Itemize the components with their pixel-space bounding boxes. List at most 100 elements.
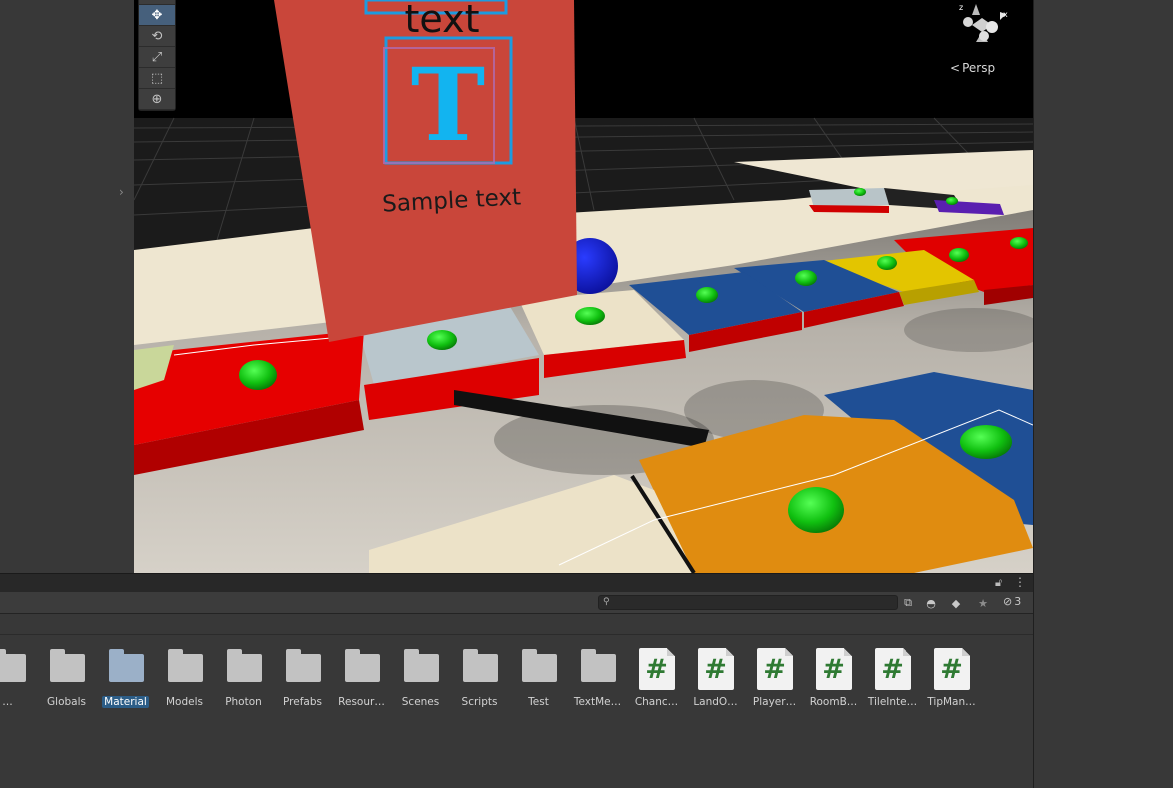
lock-icon[interactable]: 🔓︎	[995, 576, 1002, 590]
tile-far-gray	[809, 188, 889, 208]
rotate-icon: ⟲	[151, 28, 163, 44]
asset-label: TextMe…	[573, 696, 622, 708]
chevron-right-icon[interactable]: ›	[119, 185, 124, 199]
csharp-script-icon: #	[696, 648, 736, 690]
marker-red-left	[239, 360, 277, 390]
sky	[134, 0, 1033, 120]
scale-icon: ⤢	[151, 49, 163, 65]
script-item[interactable]: # TipMan…	[922, 648, 981, 708]
csharp-script-icon: #	[637, 648, 677, 690]
asset-label: Globals	[47, 696, 86, 708]
tile-far-red-edge	[809, 205, 889, 213]
more-menu-icon[interactable]: ⋮	[1014, 575, 1026, 589]
script-item[interactable]: # RoomB…	[804, 648, 863, 708]
marker-edge	[1010, 237, 1028, 249]
asset-label: Player…	[752, 696, 797, 708]
folder-icon	[342, 648, 382, 689]
folder-item[interactable]: …	[0, 648, 37, 708]
folder-icon	[224, 648, 264, 689]
folder-item[interactable]: Prefabs	[273, 648, 332, 708]
favorites-icon[interactable]: ★	[973, 594, 993, 612]
marker-far-1	[854, 188, 866, 196]
folder-item[interactable]: Scenes	[391, 648, 450, 708]
scene-view[interactable]: text T Sample text ✥ ⟲ ⤢ ⬚ ⊕ z x < Persp	[134, 0, 1033, 573]
persp-label: Persp	[962, 61, 996, 75]
inspector-panel-edge	[1033, 0, 1173, 788]
script-item[interactable]: # Player…	[745, 648, 804, 708]
projection-toggle[interactable]: < Persp	[950, 61, 995, 75]
marker-blue-1	[696, 287, 718, 303]
script-item[interactable]: # TileInte…	[863, 648, 922, 708]
orientation-gizmo[interactable]: z x	[942, 0, 1022, 60]
hidden-packages-toggle[interactable]: ⊘ 3	[1003, 595, 1021, 608]
eye-slash-icon: ⊘	[1003, 595, 1013, 608]
scene-viewport[interactable]: text T Sample text	[134, 0, 1033, 573]
search-mode-icon[interactable]: ⧉	[898, 594, 918, 612]
move-tool-button[interactable]: ✥	[139, 5, 175, 26]
folder-icon	[460, 648, 500, 689]
folder-item[interactable]: Globals	[37, 648, 96, 708]
csharp-script-icon: #	[814, 648, 854, 690]
sign-letter: T	[411, 46, 485, 164]
asset-label: Photon	[225, 696, 262, 708]
csharp-script-icon: #	[873, 648, 913, 690]
script-item[interactable]: # LandO…	[686, 648, 745, 708]
script-item[interactable]: # Chanc…	[627, 648, 686, 708]
transform-tool-button[interactable]: ⊕	[139, 89, 175, 110]
transform-icon: ⊕	[151, 91, 163, 107]
marker-yellow	[877, 256, 897, 270]
project-toolbar: ⚲ ⧉ ◓ ◆ ★ ⊘ 3	[0, 592, 1033, 614]
asset-label: Resour…	[338, 696, 385, 708]
csharp-script-icon: #	[755, 648, 795, 690]
gizmo-z-label: z	[959, 3, 963, 12]
marker-gray	[427, 330, 457, 350]
asset-label: Test	[528, 696, 549, 708]
folder-item[interactable]: Scripts	[450, 648, 509, 708]
folder-icon	[519, 648, 559, 689]
folder-item[interactable]: Photon	[214, 648, 273, 708]
marker-red-right	[949, 248, 969, 262]
folder-icon	[578, 648, 618, 689]
filter-label-icon[interactable]: ◆	[946, 594, 966, 612]
folder-item[interactable]: Test	[509, 648, 568, 708]
asset-label: Material	[102, 696, 149, 708]
marker-cream	[575, 307, 605, 325]
breadcrumb	[0, 614, 1033, 635]
gizmo-x-label: x	[1003, 10, 1008, 19]
project-tabbar: 🔓︎ ⋮	[0, 573, 1033, 592]
folder-item[interactable]: TextMe…	[568, 648, 627, 708]
move-icon: ✥	[151, 7, 163, 23]
hidden-packages-count: 3	[1014, 595, 1022, 608]
marker-far-2	[946, 197, 958, 205]
folder-icon	[0, 648, 28, 689]
rect-tool-button[interactable]: ⬚	[139, 68, 175, 89]
transform-toolbar: ✥ ⟲ ⤢ ⬚ ⊕	[138, 0, 176, 111]
persp-icon: <	[950, 61, 961, 75]
project-panel: 🔓︎ ⋮ ⚲ ⧉ ◓ ◆ ★ ⊘ 3 … Globals Material Model…	[0, 573, 1033, 788]
folder-icon	[165, 648, 205, 689]
folder-item[interactable]: Resour…	[332, 648, 391, 708]
rotate-tool-button[interactable]: ⟲	[139, 26, 175, 47]
folder-icon	[47, 648, 87, 689]
asset-label: Scenes	[401, 696, 440, 708]
marker-blue-2	[795, 270, 817, 286]
asset-label: TileInte…	[867, 696, 918, 708]
filter-type-icon[interactable]: ◓	[921, 594, 941, 612]
sign-top-text: text	[405, 0, 480, 41]
asset-label: …	[2, 696, 13, 708]
asset-label: Chanc…	[634, 696, 679, 708]
asset-label: LandO…	[693, 696, 738, 708]
scale-tool-button[interactable]: ⤢	[139, 47, 175, 68]
folder-icon	[401, 648, 441, 689]
asset-label: RoomB…	[809, 696, 858, 708]
asset-label: Prefabs	[283, 696, 322, 708]
folder-item[interactable]: Models	[155, 648, 214, 708]
asset-label: Models	[166, 696, 203, 708]
folder-item[interactable]: Material	[96, 648, 155, 708]
csharp-script-icon: #	[932, 648, 972, 690]
asset-label: Scripts	[461, 696, 498, 708]
asset-label: TipMan…	[927, 696, 976, 708]
marker-blue-front	[960, 425, 1012, 459]
folder-icon	[283, 648, 323, 689]
search-input[interactable]: ⚲	[598, 595, 898, 610]
